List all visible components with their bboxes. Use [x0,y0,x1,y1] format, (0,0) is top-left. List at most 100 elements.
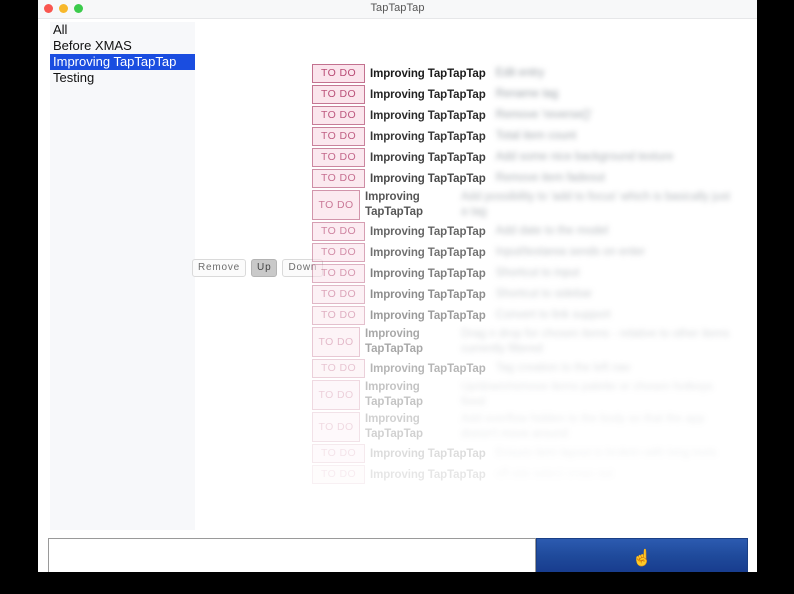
task-description: Tag creation to the left nav [495,362,631,374]
task-tag-label: Improving TapTapTap [365,381,423,408]
task-description: Total item count [495,130,577,142]
task-row[interactable]: TO DO Improving TapTapTap Up/down/remove i… [312,380,732,410]
task-row-body: Improving TapTapTap Convert to link suppo… [365,306,732,325]
task-row[interactable]: TO DO Improving TapTapTap Remove item fade… [312,169,732,188]
status-badge[interactable]: TO DO [312,169,365,188]
status-badge[interactable]: TO DO [312,285,365,304]
task-row-body: Improving TapTapTap Shortcut to input [365,264,732,283]
window-title: TapTapTap [370,2,425,14]
task-row[interactable]: TO DO Improving TapTapTap Shortcut to side… [312,285,732,304]
new-task-bar: ☝ [48,538,748,572]
task-row[interactable]: TO DO Improving TapTapTap Convert to link … [312,306,732,325]
task-row[interactable]: TO DO Improving TapTapTap Rename tag [312,85,732,104]
task-tag-label: Improving TapTapTap [370,130,486,143]
sidebar-item-all[interactable]: All [50,22,195,38]
task-row-body: Improving TapTapTap Remove 'reverse()' [365,106,732,125]
title-bar: TapTapTap [38,0,757,19]
task-row-body: Improving TapTapTap Edit entry [365,64,732,83]
task-tag-label: Improving TapTapTap [370,67,486,80]
sidebar-item-before-xmas[interactable]: Before XMAS [50,38,195,54]
app-window: TapTapTap All Before XMAS Improving TapTap… [38,0,757,572]
status-badge[interactable]: TO DO [312,243,365,262]
new-task-input[interactable] [48,538,536,572]
list-controls: Remove Up Down [192,259,324,277]
status-badge[interactable]: TO DO [312,127,365,146]
task-tag-label: Improving TapTapTap [370,362,486,375]
task-description: Convert to link support [495,309,611,321]
status-badge[interactable]: TO DO [312,222,365,241]
task-tag-label: Improving TapTapTap [370,447,486,460]
up-button[interactable]: Up [251,259,278,277]
task-row-body: Improving TapTapTap Up/down/remove items … [360,380,732,410]
task-row[interactable]: TO DO Improving TapTapTap Input/textarea s… [312,243,732,262]
task-row-body: Improving TapTapTap Add date to the model [365,222,732,241]
task-row-body: Improving TapTapTap Shortcut to sidebar [365,285,732,304]
task-description: Ensure item layout is broken with long t… [495,447,717,459]
task-row-body: Improving TapTapTap Add overflow hidden t… [360,412,732,442]
task-row[interactable]: TO DO Improving TapTapTap Add overflow hid… [312,412,732,442]
task-description: Add some nice background texture [495,151,674,163]
status-badge[interactable]: TO DO [312,264,365,283]
task-description: Add date to the model [495,225,609,237]
status-badge[interactable]: TO DO [312,412,360,442]
task-description: Remove 'reverse()' [495,109,593,121]
status-badge[interactable]: TO DO [312,306,365,325]
task-row[interactable]: TO DO Improving TapTapTap Total item count [312,127,732,146]
task-description: Up/down/remove items palette or chosen h… [461,381,713,408]
task-tag-label: Improving TapTapTap [370,288,486,301]
task-description: Add possibility to 'add to focus' which … [461,191,731,218]
task-row-body: Improving TapTapTap Tag creation to the l… [365,359,732,378]
task-tag-label: Improving TapTapTap [365,328,423,355]
task-tag-label: Improving TapTapTap [370,309,486,322]
status-badge[interactable]: TO DO [312,380,360,410]
task-row[interactable]: TO DO Improving TapTapTap Drag n drop for … [312,327,732,357]
submit-task-button[interactable]: ☝ [536,538,748,572]
task-description: Rename tag [495,88,559,100]
status-badge[interactable]: TO DO [312,465,365,484]
task-tag-label: Improving TapTapTap [370,246,486,259]
task-row[interactable]: TO DO Improving TapTapTap off-site select … [312,465,732,484]
task-tag-label: Improving TapTapTap [370,172,486,185]
task-row-body: Improving TapTapTap Ensure item layout is… [365,444,732,463]
task-description: Shortcut to sidebar [495,288,593,300]
status-badge[interactable]: TO DO [312,327,360,357]
task-description: Shortcut to input [495,267,580,279]
task-row[interactable]: TO DO Improving TapTapTap Remove 'reverse(… [312,106,732,125]
task-row-body: Improving TapTapTap Add possibility to 'a… [360,190,732,220]
task-description: Add overflow hidden to the body so that … [461,413,705,440]
task-row[interactable]: TO DO Improving TapTapTap Add some nice ba… [312,148,732,167]
status-badge[interactable]: TO DO [312,444,365,463]
task-row-body: Improving TapTapTap Input/textarea sends … [365,243,732,262]
task-row-body: Improving TapTapTap Total item count [365,127,732,146]
task-description: Edit entry [495,67,545,79]
status-badge[interactable]: TO DO [312,148,365,167]
status-badge[interactable]: TO DO [312,85,365,104]
task-description: Input/textarea sends on enter [495,246,646,258]
task-row[interactable]: TO DO Improving TapTapTap Shortcut to inpu… [312,264,732,283]
task-row-body: Improving TapTapTap Drag n drop for chose… [360,327,732,357]
task-tag-label: Improving TapTapTap [370,225,486,238]
status-badge[interactable]: TO DO [312,359,365,378]
task-row-body: Improving TapTapTap Remove item fadeout [365,169,732,188]
task-row[interactable]: TO DO Improving TapTapTap Tag creation to … [312,359,732,378]
task-row[interactable]: TO DO Improving TapTapTap Add date to the … [312,222,732,241]
sidebar-item-improving-taptaptap[interactable]: Improving TapTapTap [50,54,195,70]
task-row[interactable]: TO DO Improving TapTapTap Ensure item layo… [312,444,732,463]
task-tag-label: Improving TapTapTap [370,88,486,101]
window-body: All Before XMAS Improving TapTapTap Testing… [38,19,757,572]
task-tag-label: Improving TapTapTap [370,267,486,280]
task-description: Drag n drop for chosen items - relative … [461,328,730,355]
task-description: off-site select cross out [495,468,614,480]
task-tag-label: Improving TapTapTap [365,191,423,218]
status-badge[interactable]: TO DO [312,64,365,83]
task-row[interactable]: TO DO Improving TapTapTap Add possibility … [312,190,732,220]
tag-sidebar: All Before XMAS Improving TapTapTap Testing [50,22,195,530]
task-row[interactable]: TO DO Improving TapTapTap Edit entry [312,64,732,83]
remove-button[interactable]: Remove [192,259,247,277]
task-description: Remove item fadeout [495,172,605,184]
task-row-body: Improving TapTapTap Rename tag [365,85,732,104]
status-badge[interactable]: TO DO [312,106,365,125]
sidebar-item-testing[interactable]: Testing [50,70,195,86]
task-tag-label: Improving TapTapTap [370,109,486,122]
status-badge[interactable]: TO DO [312,190,360,220]
